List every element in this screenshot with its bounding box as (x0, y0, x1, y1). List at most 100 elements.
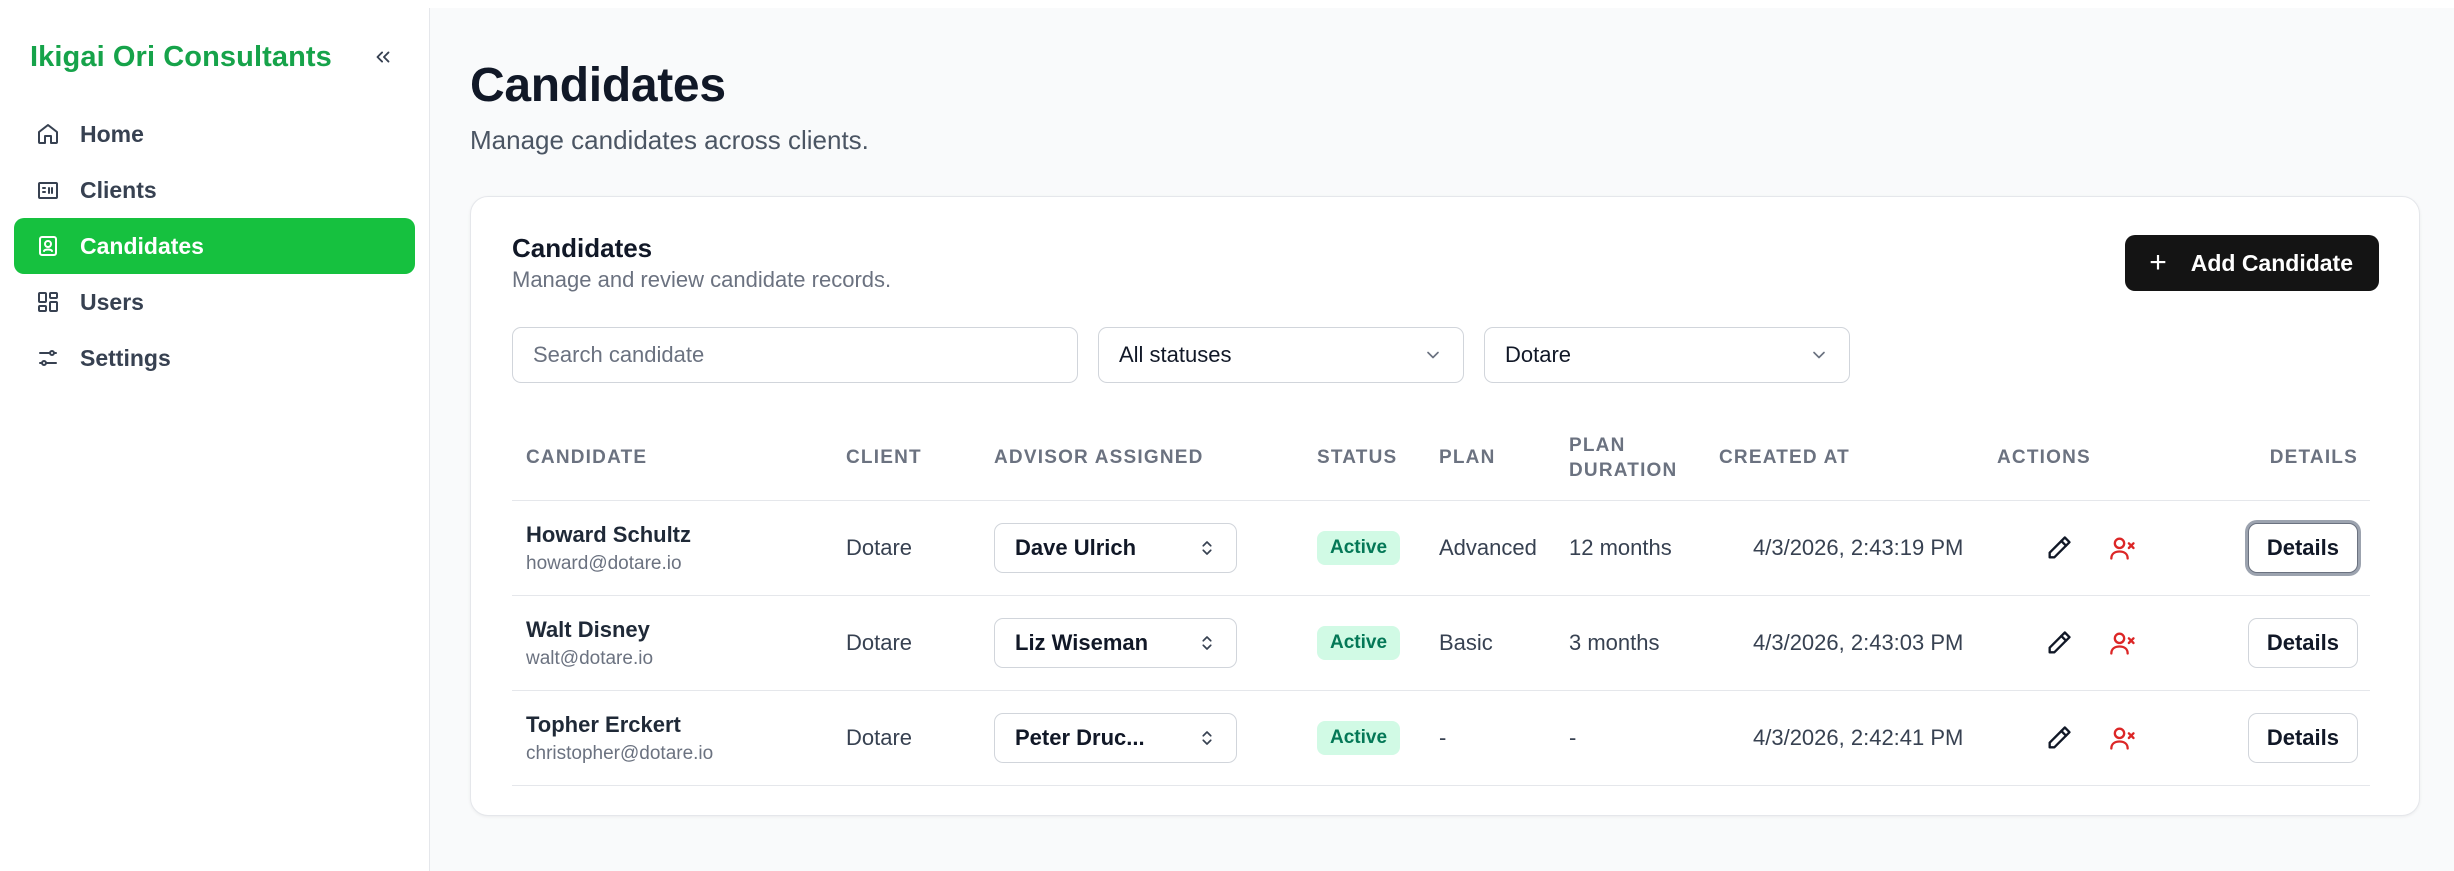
advisor-cell: Peter Druc... (994, 713, 1317, 763)
sidebar-item-candidates[interactable]: Candidates (14, 218, 415, 274)
brand-row: Ikigai Ori Consultants (14, 8, 415, 106)
plus-icon: + (2149, 246, 2167, 279)
details-cell: Details (2191, 618, 2370, 668)
chevrons-up-down-icon (1202, 731, 1212, 745)
pencil-icon[interactable] (2045, 629, 2073, 657)
plan-duration-cell: 3 months (1569, 630, 1660, 655)
grid-icon (38, 292, 58, 312)
sidebar-item-home[interactable]: Home (14, 106, 415, 162)
header-advisor: ADVISOR ASSIGNED (994, 447, 1204, 469)
created-at-cell: 4/3/2026, 2:43:19 PM (1753, 535, 1964, 560)
details-button[interactable]: Details (2247, 618, 2358, 668)
sidebar-item-label: Clients (80, 176, 157, 203)
sidebar-item-label: Candidates (80, 232, 204, 259)
plan-cell: Basic (1439, 630, 1493, 655)
sidebar-item-label: Home (80, 120, 144, 147)
candidate-name: Howard Schultz (526, 521, 692, 547)
advisor-value: Liz Wiseman (1015, 630, 1149, 655)
user-remove-icon[interactable] (2109, 629, 2137, 657)
status-filter-select[interactable]: All statuses (1098, 327, 1464, 383)
client-cell: Dotare (846, 630, 913, 655)
sidebar-item-clients[interactable]: Clients (14, 162, 415, 218)
client-filter-select[interactable]: Dotare (1484, 327, 1850, 383)
candidate-email: walt@dotare.io (526, 647, 654, 669)
details-cell: Details (2191, 523, 2370, 573)
details-cell: Details (2191, 713, 2370, 763)
sidebar: Ikigai Ori Consultants Home Clients Cand… (0, 8, 430, 871)
contact-card-icon (39, 236, 57, 256)
page-subtitle: Manage candidates across clients. (470, 125, 869, 155)
candidate-email: christopher@dotare.io (526, 742, 714, 764)
created-at-cell: 4/3/2026, 2:42:41 PM (1753, 725, 1964, 750)
candidate-cell: Howard Schultz howard@dotare.io (512, 522, 846, 575)
created-at-cell: 4/3/2026, 2:43:03 PM (1753, 630, 1964, 655)
status-badge: Active (1317, 531, 1401, 565)
status-filter-value: All statuses (1119, 342, 1232, 367)
table-header: CANDIDATE CLIENT ADVISOR ASSIGNED STATUS… (512, 417, 2370, 501)
advisor-value: Dave Ulrich (1015, 535, 1137, 560)
header-status: STATUS (1317, 447, 1398, 469)
brand-name: Ikigai Ori Consultants (30, 40, 332, 73)
sidebar-item-users[interactable]: Users (14, 274, 415, 330)
client-cell: Dotare (846, 725, 913, 750)
sidebar-nav: Home Clients Candidates Users Settings (14, 106, 415, 386)
sidebar-item-settings[interactable]: Settings (14, 330, 415, 386)
top-bar (0, 0, 2454, 8)
plan-duration-cell: 12 months (1569, 535, 1672, 560)
card-header: Candidates Manage and review candidate r… (512, 233, 891, 293)
status-cell: Active (1317, 531, 1439, 565)
candidates-card: Candidates Manage and review candidate r… (470, 196, 2420, 816)
advisor-cell: Dave Ulrich (994, 523, 1317, 573)
header-plan-duration: PLAN DURATION (1569, 434, 1678, 481)
building-icon (38, 182, 58, 199)
pencil-icon[interactable] (2045, 724, 2073, 752)
chevrons-up-down-icon (1202, 541, 1212, 555)
home-icon (38, 124, 58, 144)
user-remove-icon[interactable] (2109, 534, 2137, 562)
page-title: Candidates (470, 59, 726, 112)
advisor-select[interactable]: Peter Druc... (994, 713, 1237, 763)
header-plan: PLAN (1439, 447, 1496, 469)
header-client: CLIENT (846, 447, 922, 469)
plan-duration-cell: - (1569, 725, 1577, 750)
sliders-icon (39, 350, 57, 366)
sidebar-item-label: Users (80, 288, 144, 315)
advisor-cell: Liz Wiseman (994, 618, 1317, 668)
header-created-at: CREATED AT (1719, 447, 1850, 469)
candidate-email: howard@dotare.io (526, 552, 682, 574)
add-candidate-button[interactable]: + Add Candidate (2125, 235, 2379, 291)
user-remove-icon[interactable] (2109, 724, 2137, 752)
candidate-name: Topher Erckert (526, 711, 681, 737)
plan-cell: - (1439, 725, 1447, 750)
collapse-sidebar-button[interactable] (367, 41, 399, 73)
details-button[interactable]: Details (2247, 523, 2358, 573)
chevrons-left-icon (376, 51, 390, 63)
plan-cell: Advanced (1439, 535, 1537, 560)
header-candidate: CANDIDATE (526, 447, 648, 469)
actions-cell (2031, 534, 2191, 562)
status-cell: Active (1317, 721, 1439, 755)
app: Ikigai Ori Consultants Home Clients Cand… (0, 8, 2454, 871)
details-button[interactable]: Details (2247, 713, 2358, 763)
actions-cell (2031, 724, 2191, 752)
chevrons-up-down-icon (1202, 636, 1212, 650)
sidebar-item-label: Settings (80, 344, 171, 371)
pencil-icon[interactable] (2045, 534, 2073, 562)
candidate-name: Walt Disney (526, 616, 650, 642)
candidates-table: CANDIDATE CLIENT ADVISOR ASSIGNED STATUS… (512, 417, 2370, 786)
search-input[interactable] (512, 327, 1078, 383)
client-cell: Dotare (846, 535, 913, 560)
main-content: Candidates Manage candidates across clie… (430, 8, 2454, 871)
table-row: Walt Disney walt@dotare.io Dotare Liz Wi… (512, 596, 2370, 691)
table-row: Howard Schultz howard@dotare.io Dotare D… (512, 501, 2370, 596)
header-details: DETAILS (2269, 447, 2358, 469)
add-candidate-label: Add Candidate (2190, 249, 2353, 276)
actions-cell (2031, 629, 2191, 657)
chevron-down-icon (1813, 351, 1825, 359)
advisor-select[interactable]: Liz Wiseman (994, 618, 1237, 668)
status-badge: Active (1317, 721, 1401, 755)
card-title: Candidates (512, 233, 653, 263)
filters: All statuses Dotare (512, 327, 1850, 383)
candidate-cell: Walt Disney walt@dotare.io (512, 617, 846, 670)
advisor-select[interactable]: Dave Ulrich (994, 523, 1237, 573)
